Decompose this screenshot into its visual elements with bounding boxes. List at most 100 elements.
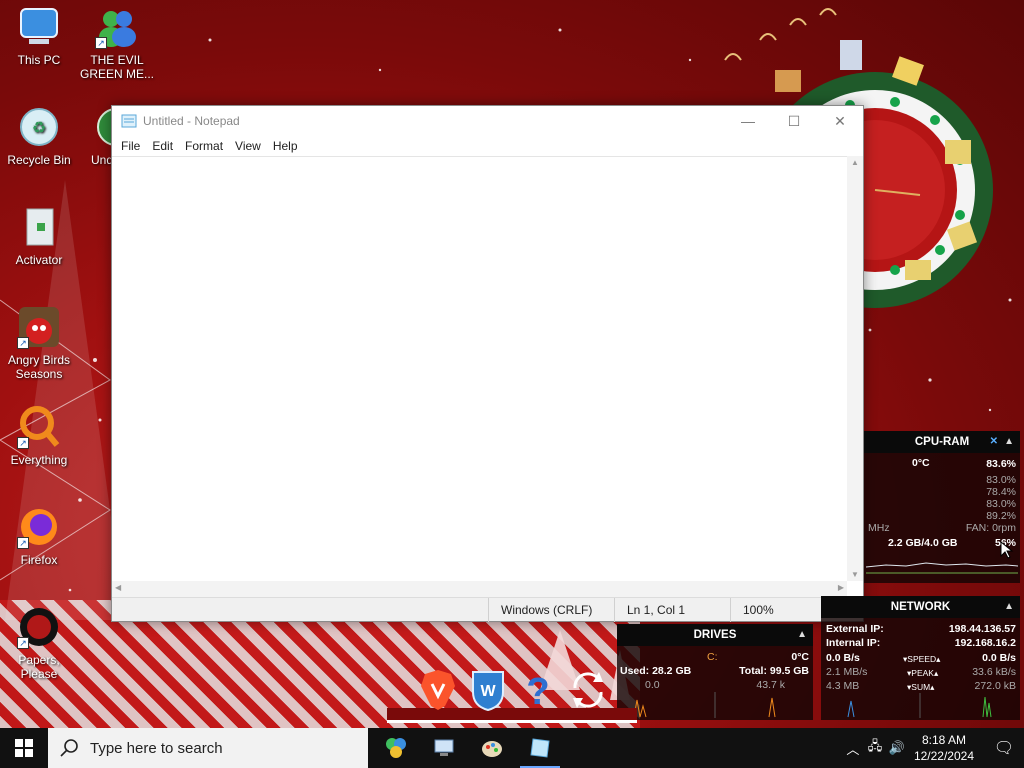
taskbar-search-box[interactable]: Type here to search (48, 728, 368, 768)
refresh-icon (573, 672, 603, 708)
notepad-titlebar[interactable]: Untitled - Notepad — ☐ ✕ (112, 106, 863, 136)
peak-upload: 33.6 kB/s (972, 666, 1016, 678)
status-line-ending: Windows (CRLF) (488, 598, 592, 622)
maximize-icon: ☐ (787, 112, 801, 129)
desktop-icon-recycle-bin[interactable]: ♻ Recycle Bin (0, 105, 78, 167)
desktop-icon-everything[interactable]: ↗ Everything (0, 405, 78, 467)
colorful-app-icon (386, 738, 406, 758)
desktop-icon-label: Papers, Please (18, 653, 60, 681)
desktop-icon-label: Recycle Bin (7, 153, 71, 167)
desktop-icon-und[interactable]: Und (78, 105, 112, 167)
desktop-icon-label: Everything (10, 453, 68, 467)
external-ip-value: 198.44.136.57 (948, 623, 1016, 635)
speed-label: ▾SPEED▴ (903, 654, 941, 664)
messenger-people-icon: ↗ (95, 5, 139, 49)
shortcut-arrow-icon: ↗ (17, 637, 29, 649)
settings-wrench-icon[interactable]: ✕ (990, 431, 998, 453)
papers-please-icon: ↗ (17, 605, 61, 649)
drive-letter: C: (707, 651, 718, 663)
scroll-right-icon[interactable]: ▶ (838, 583, 844, 592)
drive-total: Total: 99.5 GB (739, 665, 809, 677)
scroll-left-icon[interactable]: ◀ (115, 583, 121, 592)
cpu-total-percent: 83.6% (986, 458, 1016, 470)
drive-read-speed: 0.0 (645, 679, 660, 691)
cpu-core-3: 83.0% (986, 498, 1016, 510)
taskbar-app-3[interactable] (468, 728, 516, 768)
scroll-up-icon[interactable]: ▲ (847, 158, 863, 167)
cpu-core-2: 78.4% (986, 486, 1016, 498)
app-dock: W ? (387, 660, 637, 724)
clock-time: 8:18 AM (921, 733, 966, 747)
help-question-icon: ? (526, 671, 549, 713)
search-placeholder: Type here to search (90, 739, 223, 757)
desktop-icon-papers-please[interactable]: ↗ Papers, Please (0, 605, 78, 681)
desktop-icon-label: THE EVIL GREEN ME... (79, 53, 154, 81)
network-status-icon[interactable]: 🖧 (864, 737, 886, 759)
desktop-icon-label: Angry Birds Seasons (7, 353, 71, 381)
upload-speed: 0.0 B/s (982, 652, 1016, 664)
angry-birds-icon: ↗ (17, 305, 61, 349)
firefox-icon: ↗ (17, 505, 61, 549)
network-graph (847, 693, 992, 718)
scroll-down-icon[interactable]: ▼ (847, 570, 863, 579)
taskbar-app-notepad[interactable] (516, 728, 564, 768)
desktop-icon-firefox[interactable]: ↗ Firefox (0, 505, 78, 567)
vertical-scrollbar[interactable]: ▲ ▼ (847, 156, 863, 581)
volume-icon[interactable]: 🔊 (886, 740, 908, 756)
shortcut-arrow-icon: ↗ (95, 37, 107, 49)
start-button[interactable] (0, 728, 48, 768)
dock-refresh[interactable] (565, 666, 611, 712)
shortcut-arrow-icon: ↗ (17, 537, 29, 549)
menu-view[interactable]: View (229, 139, 267, 153)
cpu-fan: FAN: 0rpm (965, 522, 1016, 534)
notifications-icon[interactable]: 🗨 (984, 738, 1024, 758)
taskbar-app-1[interactable] (372, 728, 420, 768)
network-title: NETWORK (890, 601, 951, 613)
desktop-icon-label: Activator (15, 253, 63, 267)
dock-brave-browser[interactable] (415, 666, 461, 712)
internal-ip-value: 192.168.16.2 (954, 637, 1016, 649)
status-cursor-position: Ln 1, Col 1 (614, 598, 685, 622)
shortcut-arrow-icon: ↗ (17, 337, 29, 349)
cpu-core-4: 89.2% (986, 510, 1016, 522)
collapse-icon[interactable]: ▲ (797, 624, 807, 646)
menu-file[interactable]: File (115, 139, 146, 153)
text-editor-area[interactable] (112, 156, 863, 581)
green-app-icon (94, 105, 112, 149)
horizontal-scrollbar[interactable]: ◀ ▶ (112, 581, 847, 597)
menu-format[interactable]: Format (179, 139, 229, 153)
taskbar-app-2[interactable] (420, 728, 468, 768)
network-computer-icon (434, 739, 454, 756)
cpu-ram-header: CPU-RAM ✕ ▲ (864, 431, 1020, 453)
shortcut-arrow-icon: ↗ (17, 437, 29, 449)
desktop-icon-angry-birds-seasons[interactable]: ↗ Angry Birds Seasons (0, 305, 78, 381)
minimize-button[interactable]: — (725, 106, 771, 136)
peak-label: ▾PEAK▴ (907, 668, 939, 678)
drive-write-speed: 43.7 k (756, 679, 785, 691)
minimize-icon: — (741, 113, 755, 129)
svg-text:W: W (480, 683, 496, 700)
desktop-icon-activator[interactable]: Activator (0, 205, 78, 267)
desktop-icon-label: Firefox (20, 553, 58, 567)
show-hidden-icons-chevron-icon[interactable]: ︿ (842, 739, 864, 758)
dock-wise-care[interactable]: W (465, 666, 511, 712)
dock-help[interactable]: ? (515, 666, 561, 713)
maximize-button[interactable]: ☐ (771, 106, 817, 136)
svg-text:?: ? (526, 671, 549, 712)
peak-download: 2.1 MB/s (826, 666, 868, 678)
mouse-cursor-icon (1000, 541, 1014, 559)
close-button[interactable]: ✕ (817, 106, 863, 136)
download-speed: 0.0 B/s (826, 652, 860, 664)
desktop-icon-this-pc[interactable]: This PC (0, 5, 78, 67)
status-bar: Windows (CRLF) Ln 1, Col 1 100% (112, 597, 863, 622)
taskbar-clock[interactable]: 8:18 AM 12/22/2024 (914, 732, 974, 764)
collapse-icon[interactable]: ▲ (1004, 596, 1014, 618)
sum-download: 4.3 MB (826, 680, 860, 692)
network-gadget: NETWORK ▲ External IP: 198.44.136.57 Int… (821, 596, 1020, 720)
cpu-core-1: 83.0% (986, 474, 1016, 486)
desktop-icon-evil-green-me[interactable]: ↗ THE EVIL GREEN ME... (78, 5, 156, 81)
menu-edit[interactable]: Edit (146, 139, 179, 153)
menu-bar: File Edit Format View Help (112, 136, 863, 156)
menu-help[interactable]: Help (267, 139, 304, 153)
collapse-icon[interactable]: ▲ (1004, 431, 1014, 453)
